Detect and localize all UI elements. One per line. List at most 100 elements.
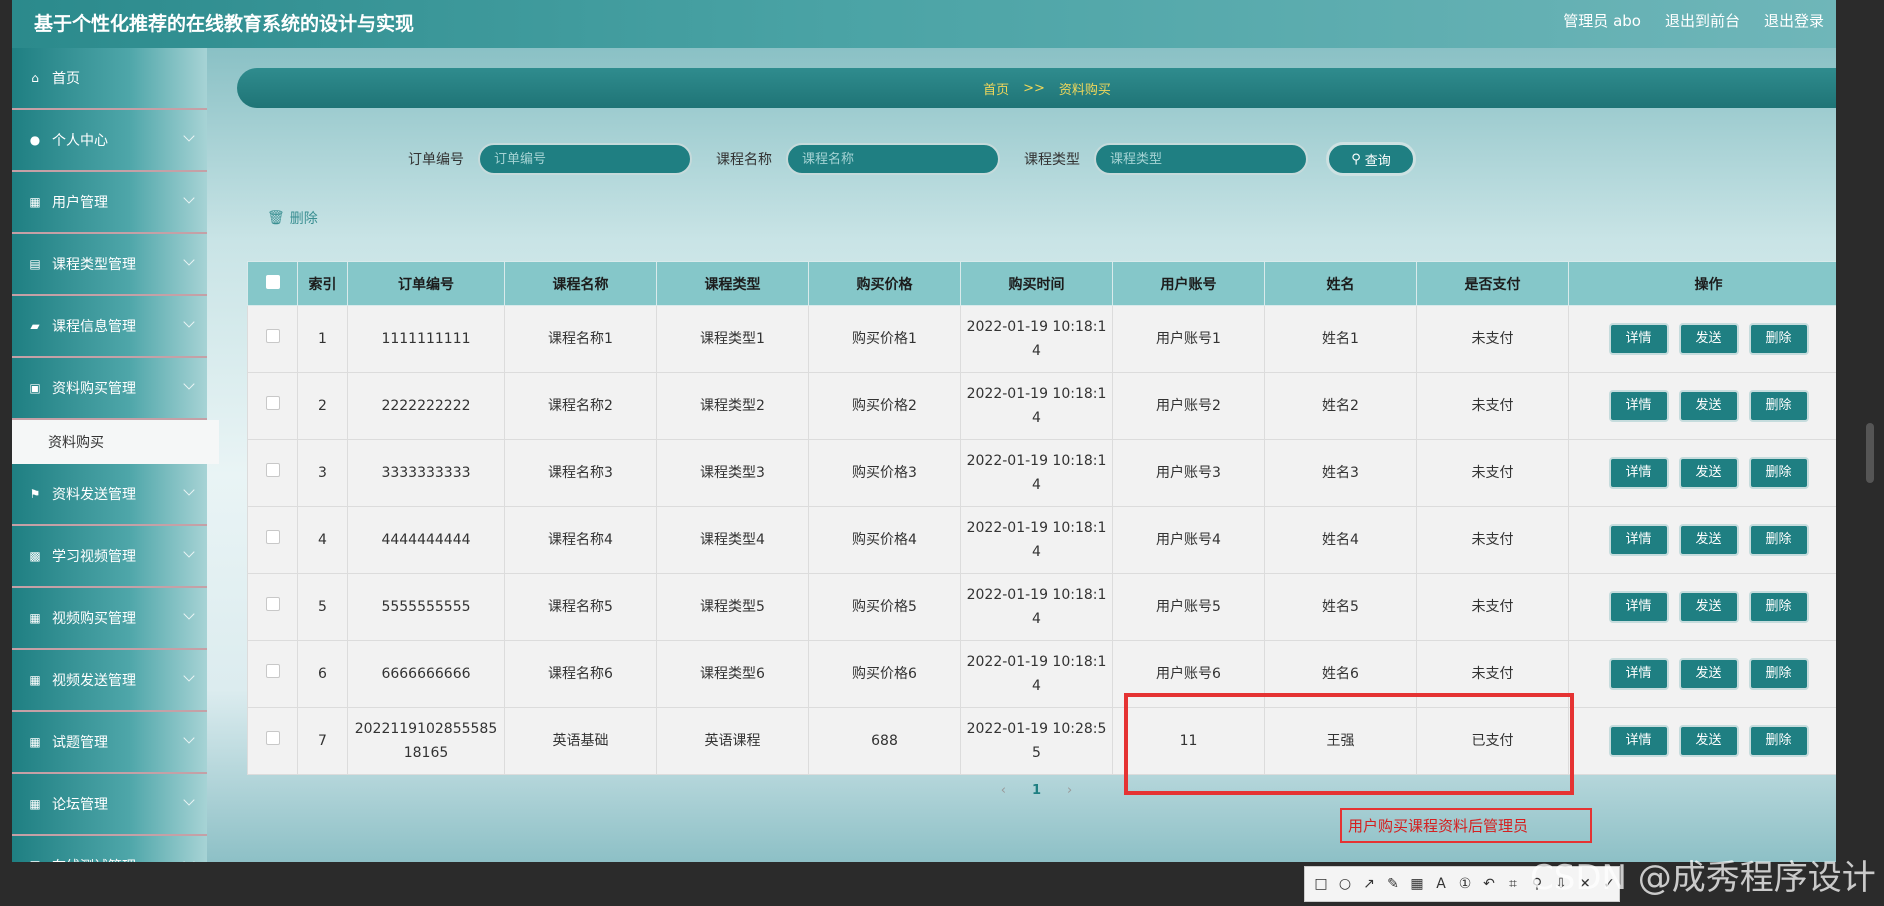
select-all-checkbox[interactable] xyxy=(265,274,280,289)
sidebar-item[interactable]: ▦ 论坛管理 xyxy=(12,774,207,836)
course-name-input[interactable] xyxy=(786,143,1000,175)
row-checkbox[interactable] xyxy=(265,664,280,678)
cell-course-name: 课程名称4 xyxy=(504,506,657,574)
delete-button[interactable]: 删除 xyxy=(1748,323,1809,355)
trash-icon: 🗑 xyxy=(267,210,285,226)
row-checkbox[interactable] xyxy=(265,396,280,410)
sidebar-item[interactable]: ▤ 课程类型管理 xyxy=(12,234,207,296)
order-number-label: 订单编号 xyxy=(408,152,464,168)
order-number-input[interactable] xyxy=(478,143,692,175)
pen-tool-icon[interactable]: ✎ xyxy=(1385,876,1401,892)
send-button[interactable]: 发送 xyxy=(1678,591,1739,623)
detail-button[interactable]: 详情 xyxy=(1608,591,1669,623)
admin-label[interactable]: 管理员 abo xyxy=(1563,10,1641,31)
scrollbar[interactable] xyxy=(1866,423,1874,483)
sidebar-subitem-material-purchase[interactable]: 资料购买 xyxy=(12,420,219,464)
course-type-label: 课程类型 xyxy=(1024,152,1080,168)
text-tool-icon[interactable]: A xyxy=(1433,876,1449,892)
mosaic-tool-icon[interactable]: ▦ xyxy=(1409,876,1425,892)
delete-button[interactable]: 删除 xyxy=(1748,524,1809,556)
table-row: 2 2222222222 课程名称2 课程类型2 购买价格2 2022-01-19 10:… xyxy=(247,372,1836,440)
sidebar-item[interactable]: ⌂ 首页 xyxy=(12,48,207,110)
sidebar-item[interactable]: ● 个人中心 xyxy=(12,110,207,172)
delete-button[interactable]: 删除 xyxy=(1748,390,1809,422)
row-checkbox[interactable] xyxy=(265,731,280,745)
delete-button[interactable]: 删除 xyxy=(1748,658,1809,690)
sidebar-item[interactable]: ▰ 课程信息管理 xyxy=(12,296,207,358)
sidebar-item[interactable]: ▦ 用户管理 xyxy=(12,172,207,234)
row-checkbox[interactable] xyxy=(265,463,280,477)
next-page-button[interactable]: › xyxy=(1067,783,1072,798)
row-checkbox[interactable] xyxy=(265,329,280,343)
sidebar-item[interactable]: ▣ 资料购买管理 xyxy=(12,358,207,420)
chevron-down-icon xyxy=(183,484,195,496)
cell-actions: 详情 发送 删除 xyxy=(1568,305,1836,373)
detail-button[interactable]: 详情 xyxy=(1608,323,1669,355)
sidebar-item[interactable]: ☰ 在线测试管理 xyxy=(12,836,207,862)
search-button[interactable]: ⚲ 查询 xyxy=(1326,142,1416,176)
sidebar-item[interactable]: ▦ 试题管理 xyxy=(12,712,207,774)
cell-order-number: 3333333333 xyxy=(347,439,505,507)
cell-actions: 详情 发送 删除 xyxy=(1568,439,1836,507)
crop-icon[interactable]: ⌗ xyxy=(1505,876,1521,892)
breadcrumb-separator: >> xyxy=(1023,80,1045,96)
send-button[interactable]: 发送 xyxy=(1678,457,1739,489)
grid-icon: ▦ xyxy=(29,797,41,811)
send-button[interactable]: 发送 xyxy=(1678,323,1739,355)
prev-page-button[interactable]: ‹ xyxy=(1001,783,1006,798)
delete-button[interactable]: 删除 xyxy=(1748,725,1809,757)
cell-purchase-time: 2022-01-19 10:18:14 xyxy=(960,573,1113,641)
sidebar-item[interactable]: ▦ 视频发送管理 xyxy=(12,650,207,712)
pagination: ‹ 1 › xyxy=(207,783,1836,798)
undo-icon[interactable]: ↶ xyxy=(1481,876,1497,892)
page-1-button[interactable]: 1 xyxy=(1032,783,1041,798)
annotation-text: 用户购买课程资料后管理员 xyxy=(1340,808,1592,843)
rectangle-tool-icon[interactable]: □ xyxy=(1313,876,1329,892)
sidebar-item-label: 视频购买管理 xyxy=(52,611,136,627)
detail-button[interactable]: 详情 xyxy=(1608,390,1669,422)
sidebar-item[interactable]: ▦ 视频购买管理 xyxy=(12,588,207,650)
top-bar: 基于个性化推荐的在线教育系统的设计与实现 管理员 abo 退出到前台 退出登录 xyxy=(12,0,1836,48)
cell-actions: 详情 发送 删除 xyxy=(1568,506,1836,574)
send-button[interactable]: 发送 xyxy=(1678,658,1739,690)
number-tool-icon[interactable]: ① xyxy=(1457,876,1473,892)
cell-order-number: 4444444444 xyxy=(347,506,505,574)
course-type-input[interactable] xyxy=(1094,143,1308,175)
orders-table: 索引 订单编号 课程名称 课程类型 购买价格 购买时间 用户账号 姓名 是否支付… xyxy=(247,261,1836,775)
back-to-front-link[interactable]: 退出到前台 xyxy=(1665,10,1740,31)
detail-button[interactable]: 详情 xyxy=(1608,457,1669,489)
delete-button[interactable]: 删除 xyxy=(1748,457,1809,489)
table-header-row: 索引 订单编号 课程名称 课程类型 购买价格 购买时间 用户账号 姓名 是否支付… xyxy=(247,261,1836,306)
cell-account: 用户账号1 xyxy=(1112,305,1265,373)
arrow-tool-icon[interactable]: ↗ xyxy=(1361,876,1377,892)
ellipse-tool-icon[interactable]: ○ xyxy=(1337,876,1353,892)
send-button[interactable]: 发送 xyxy=(1678,390,1739,422)
cell-actions: 详情 发送 删除 xyxy=(1568,707,1836,775)
cell-actions: 详情 发送 删除 xyxy=(1568,372,1836,440)
detail-button[interactable]: 详情 xyxy=(1608,725,1669,757)
send-button[interactable]: 发送 xyxy=(1678,524,1739,556)
delete-button[interactable]: 删除 xyxy=(1748,591,1809,623)
batch-delete-button[interactable]: 🗑 删除 xyxy=(267,208,318,228)
cell-index: 5 xyxy=(297,573,348,641)
sidebar-item[interactable]: ⚑ 资料发送管理 xyxy=(12,464,207,526)
briefcase-icon: ▩ xyxy=(29,549,41,563)
cell-price: 购买价格3 xyxy=(808,439,961,507)
breadcrumb-home[interactable]: 首页 xyxy=(983,79,1009,98)
cell-course-name: 英语基础 xyxy=(504,707,657,775)
detail-button[interactable]: 详情 xyxy=(1608,524,1669,556)
row-checkbox[interactable] xyxy=(265,530,280,544)
chevron-down-icon xyxy=(183,546,195,558)
sidebar-item-label: 论坛管理 xyxy=(52,797,108,813)
send-button[interactable]: 发送 xyxy=(1678,725,1739,757)
chevron-down-icon xyxy=(183,130,195,142)
detail-button[interactable]: 详情 xyxy=(1608,658,1669,690)
cell-purchase-time: 2022-01-19 10:18:14 xyxy=(960,640,1113,708)
logout-link[interactable]: 退出登录 xyxy=(1764,10,1824,31)
row-select-cell xyxy=(247,707,298,775)
cell-account: 用户账号5 xyxy=(1112,573,1265,641)
sidebar-item[interactable]: ▩ 学习视频管理 xyxy=(12,526,207,588)
row-select-cell xyxy=(247,573,298,641)
header-name: 姓名 xyxy=(1264,261,1417,306)
row-checkbox[interactable] xyxy=(265,597,280,611)
